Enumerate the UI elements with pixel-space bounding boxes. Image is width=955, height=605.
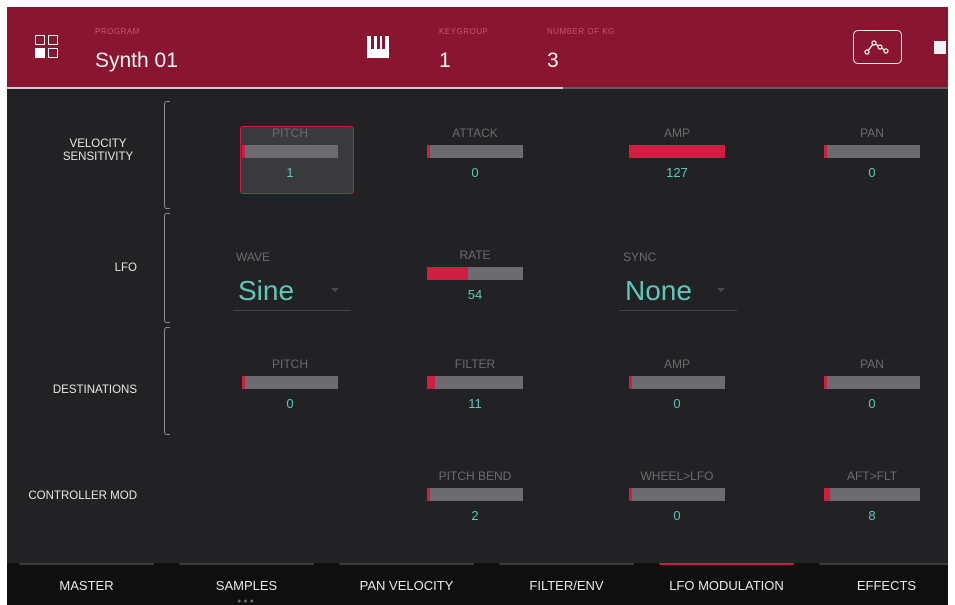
velocity-bracket xyxy=(164,101,170,209)
lfo-bracket xyxy=(164,213,170,323)
controller-pitch-bend[interactable]: PITCH BEND 2 xyxy=(427,469,523,523)
destination-amp[interactable]: AMP 0 xyxy=(629,357,725,411)
destinations-section-label: DESTINATIONS xyxy=(52,384,137,396)
lfo-section-label: LFO xyxy=(114,262,137,274)
tab-label: EFFECTS xyxy=(856,578,917,593)
tab-samples[interactable]: SAMPLES ●●● xyxy=(179,563,314,605)
param-bar[interactable] xyxy=(427,267,523,280)
param-value: 0 xyxy=(286,396,294,411)
bottom-tab-bar: MASTER SAMPLES ●●● PAN VELOCITY FILTER/E… xyxy=(7,563,948,605)
param-label: AMP xyxy=(663,126,690,140)
param-label: WHEEL>LFO xyxy=(640,469,714,483)
param-bar[interactable] xyxy=(824,376,920,389)
velocity-section-label: VELOCITY SENSITIVITY xyxy=(62,138,134,163)
tab-label: SAMPLES xyxy=(215,578,278,593)
param-value: 0 xyxy=(471,165,479,180)
sync-chevron-down-icon[interactable] xyxy=(717,288,725,292)
tab-label: PAN VELOCITY xyxy=(359,578,454,593)
chip-icon[interactable] xyxy=(934,41,946,54)
param-bar[interactable] xyxy=(427,488,523,501)
controller-section-label: CONTROLLER MOD xyxy=(28,490,137,502)
wave-label: WAVE xyxy=(236,250,271,264)
keygroup-value[interactable]: 1 xyxy=(439,49,451,73)
sync-label: SYNC xyxy=(623,250,657,264)
velocity-amp[interactable]: AMP 127 xyxy=(629,126,725,180)
tab-master[interactable]: MASTER xyxy=(19,563,154,605)
app-frame: PROGRAM Synth 01 KEYGROUP 1 NUMBER OF KG… xyxy=(7,7,948,605)
destination-pan[interactable]: PAN 0 xyxy=(824,357,920,411)
param-label: AMP xyxy=(663,357,690,371)
param-value: 0 xyxy=(673,396,681,411)
param-label: PAN xyxy=(860,126,884,140)
tab-filter-env[interactable]: FILTER/ENV xyxy=(499,563,634,605)
param-value: 54 xyxy=(467,287,483,302)
number-of-kg-value[interactable]: 3 xyxy=(547,49,559,73)
program-label: PROGRAM xyxy=(95,27,140,36)
param-bar[interactable] xyxy=(629,376,725,389)
param-label: PAN xyxy=(860,357,884,371)
param-label: PITCH xyxy=(272,357,308,371)
envelope-button[interactable] xyxy=(853,30,902,64)
controller-wheel-lfo[interactable]: WHEEL>LFO 0 xyxy=(629,469,725,523)
sync-underline xyxy=(619,310,737,311)
param-value: 0 xyxy=(868,396,876,411)
wave-underline xyxy=(233,310,351,311)
tab-label: LFO MODULATION xyxy=(669,578,784,593)
tab-lfo-modulation[interactable]: LFO MODULATION xyxy=(659,563,794,605)
sync-select[interactable]: None xyxy=(625,275,692,307)
param-label: AFT>FLT xyxy=(846,469,898,483)
param-bar[interactable] xyxy=(242,376,338,389)
param-bar[interactable] xyxy=(824,145,920,158)
param-value: 1 xyxy=(286,165,294,180)
tab-pan-velocity[interactable]: PAN VELOCITY xyxy=(339,563,474,605)
tab-label: FILTER/ENV xyxy=(529,578,604,593)
tab-label: MASTER xyxy=(59,578,114,593)
param-value: 8 xyxy=(868,508,876,523)
param-label: PITCH BEND xyxy=(438,469,512,483)
destination-pitch[interactable]: PITCH 0 xyxy=(242,357,338,411)
controller-aft-flt[interactable]: AFT>FLT 8 xyxy=(824,469,920,523)
param-label: ATTACK xyxy=(452,126,498,140)
param-label: RATE xyxy=(459,248,491,262)
param-value: 0 xyxy=(868,165,876,180)
destinations-bracket xyxy=(164,327,170,435)
param-label: PITCH xyxy=(272,126,308,140)
velocity-pan[interactable]: PAN 0 xyxy=(824,126,920,180)
lfo-rate[interactable]: RATE 54 xyxy=(427,248,523,302)
velocity-attack[interactable]: ATTACK 0 xyxy=(427,126,523,180)
piano-keys-icon[interactable] xyxy=(367,36,389,58)
param-bar[interactable] xyxy=(427,376,523,389)
destination-filter[interactable]: FILTER 11 xyxy=(427,357,523,411)
top-bar: PROGRAM Synth 01 KEYGROUP 1 NUMBER OF KG… xyxy=(7,7,948,89)
param-bar[interactable] xyxy=(427,145,523,158)
envelope-icon xyxy=(864,40,889,55)
param-value: 0 xyxy=(673,508,681,523)
grid-icon[interactable] xyxy=(35,35,59,59)
param-value: 127 xyxy=(666,165,688,180)
tab-effects[interactable]: EFFECTS xyxy=(819,563,948,605)
param-bar[interactable] xyxy=(629,488,725,501)
param-bar[interactable] xyxy=(629,145,725,158)
wave-chevron-down-icon[interactable] xyxy=(331,288,339,292)
velocity-pitch[interactable]: PITCH 1 xyxy=(242,126,338,180)
param-bar[interactable] xyxy=(242,145,338,158)
keygroup-label: KEYGROUP xyxy=(439,27,489,36)
param-bar[interactable] xyxy=(824,488,920,501)
number-of-kg-label: NUMBER OF KG xyxy=(547,27,615,36)
param-value: 2 xyxy=(471,508,479,523)
header-highlight xyxy=(7,87,563,89)
wave-select[interactable]: Sine xyxy=(238,275,294,307)
param-label: FILTER xyxy=(454,357,496,371)
program-name[interactable]: Synth 01 xyxy=(95,49,178,73)
more-dots-icon: ●●● xyxy=(237,598,256,605)
param-value: 11 xyxy=(468,396,482,411)
